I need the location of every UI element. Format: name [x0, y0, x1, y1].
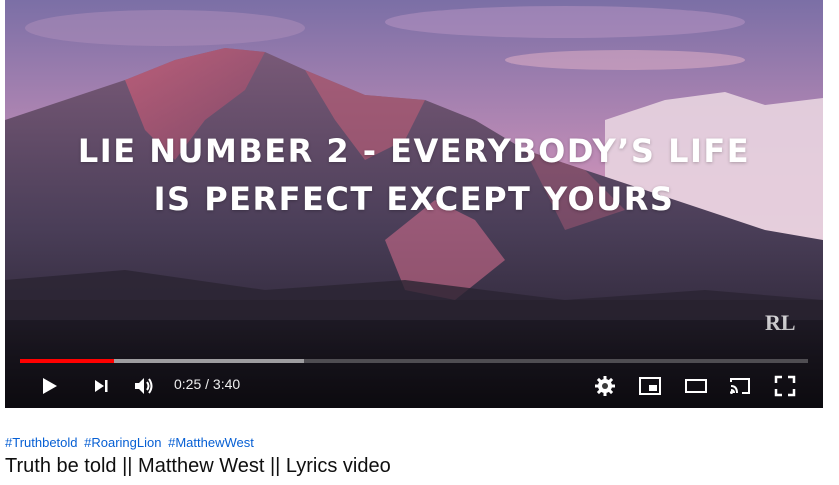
- next-icon: [95, 380, 108, 392]
- cast-icon: [730, 378, 750, 394]
- fullscreen-icon: [774, 375, 796, 397]
- video-player[interactable]: LIE NUMBER 2 - EVERYBODY’S LIFE IS PERFE…: [5, 0, 823, 408]
- play-button[interactable]: [37, 374, 61, 398]
- hashtag-list: #Truthbetold #RoaringLion #MatthewWest: [5, 435, 257, 450]
- time-display: 0:25 / 3:40: [174, 376, 241, 392]
- hashtag-link[interactable]: #MatthewWest: [168, 435, 254, 450]
- hashtag-link[interactable]: #RoaringLion: [84, 435, 161, 450]
- hashtag-link[interactable]: #Truthbetold: [5, 435, 78, 450]
- miniplayer-button[interactable]: [638, 374, 662, 398]
- theater-icon: [685, 379, 707, 393]
- progress-played: [20, 359, 114, 363]
- settings-button[interactable]: [593, 374, 617, 398]
- miniplayer-icon: [639, 377, 661, 395]
- play-icon: [43, 378, 57, 394]
- volume-button[interactable]: [132, 374, 156, 398]
- player-controls: 0:25 / 3:40: [5, 366, 823, 406]
- volume-icon: [135, 378, 153, 394]
- theater-mode-button[interactable]: [684, 374, 708, 398]
- lyric-line-2: IS PERFECT EXCEPT YOURS: [153, 180, 675, 218]
- progress-bar[interactable]: [20, 359, 808, 363]
- cast-button[interactable]: [728, 374, 752, 398]
- lyric-line-1: LIE NUMBER 2 - EVERYBODY’S LIFE: [77, 132, 751, 170]
- fullscreen-button[interactable]: [773, 374, 797, 398]
- video-title: Truth be told || Matthew West || Lyrics …: [5, 455, 391, 477]
- gear-icon: [595, 376, 615, 396]
- next-button[interactable]: [89, 374, 113, 398]
